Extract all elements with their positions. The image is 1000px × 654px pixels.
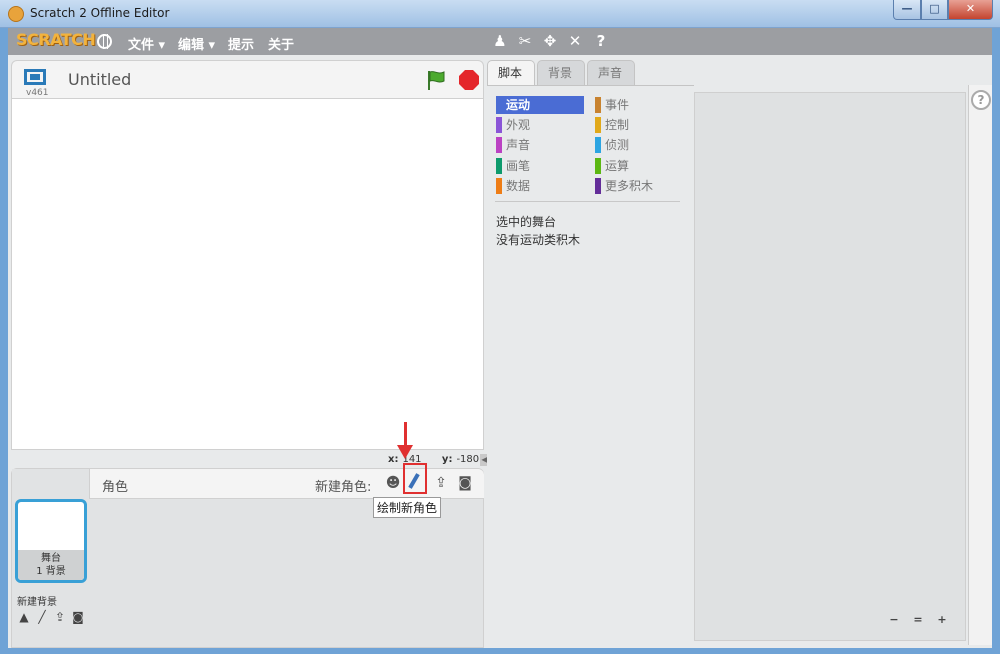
category-label: 声音	[506, 138, 531, 152]
sprite-library-icon[interactable]: ☻	[384, 475, 402, 491]
category-swatch	[496, 137, 502, 153]
duplicate-icon[interactable]: ♟	[491, 32, 509, 50]
menu-about[interactable]: 关于	[268, 34, 294, 53]
stage-canvas[interactable]	[11, 98, 484, 450]
menu-bar: SCRATCH 文件 ▾ 编辑 ▾ 提示 关于 ♟ ✂ ✥ ✕ ?	[8, 28, 992, 55]
stage-thumbnail-column: 舞台 1 背景 新建背景 ▲ ╱ ⇪ ◙	[12, 469, 89, 647]
cut-icon[interactable]: ✂	[516, 32, 534, 50]
version-label: v461	[26, 88, 49, 98]
paint-backdrop-icon[interactable]: ╱	[34, 610, 50, 624]
sprite-list-header: 角色 新建角色: ☻ ⇪ ◙	[89, 463, 484, 499]
stage-mode-icon[interactable]	[24, 69, 46, 85]
help-circle-icon[interactable]: ?	[971, 90, 991, 110]
category-swatch	[595, 137, 601, 153]
category-motion[interactable]: 运动	[496, 96, 584, 114]
scratch-logo[interactable]: SCRATCH	[16, 30, 96, 49]
zoom-in-button[interactable]: +	[932, 611, 952, 629]
help-icon[interactable]: ?	[592, 32, 610, 50]
stage-thumbnail[interactable]: 舞台 1 背景	[15, 499, 87, 583]
category-swatch	[595, 178, 601, 194]
category-swatch	[595, 117, 601, 133]
palette-message-line1: 选中的舞台	[496, 215, 557, 229]
zoom-out-button[interactable]: −	[884, 611, 904, 629]
palette-message-line2: 没有运动类积木	[496, 233, 581, 247]
project-title[interactable]: Untitled	[68, 70, 131, 89]
shrink-icon[interactable]: ✕	[566, 32, 584, 50]
category-label: 运动	[506, 98, 531, 112]
stage-backdrop-count: 1 背景	[36, 566, 66, 577]
paint-new-sprite-icon[interactable]	[408, 473, 420, 489]
paint-sprite-highlight	[403, 463, 427, 494]
category-more-blocks[interactable]: 更多积木	[595, 177, 683, 195]
tab-sounds[interactable]: 声音	[587, 60, 635, 85]
category-swatch	[496, 158, 502, 174]
zoom-controls: − = +	[884, 611, 956, 629]
scratch-cat-icon	[8, 6, 24, 22]
sprite-pane: 舞台 1 背景 新建背景 ▲ ╱ ⇪ ◙ 角色 新建角色: ☻ ⇪ ◙	[11, 463, 484, 648]
category-swatch	[496, 97, 502, 113]
category-label: 侦测	[605, 138, 630, 152]
category-label: 运算	[605, 159, 630, 173]
category-pen[interactable]: 画笔	[496, 157, 584, 175]
category-looks[interactable]: 外观	[496, 116, 584, 134]
paint-new-sprite-tooltip: 绘制新角色	[373, 497, 442, 518]
green-flag-icon[interactable]	[426, 69, 446, 91]
sprites-label: 角色	[102, 480, 129, 495]
category-sensing[interactable]: 侦测	[595, 136, 683, 154]
block-palette: 运动 事件 外观 控制 声音 侦测 画笔 运算 数据 更多积木 选中的舞台 没有…	[487, 85, 694, 645]
category-events[interactable]: 事件	[595, 96, 683, 114]
category-label: 控制	[605, 118, 630, 132]
y-value: -180	[456, 454, 480, 465]
minimize-button[interactable]: —	[893, 0, 921, 20]
stage-name: 舞台	[41, 553, 61, 564]
category-sound[interactable]: 声音	[496, 136, 584, 154]
camera-sprite-icon[interactable]: ◙	[456, 475, 474, 491]
zoom-reset-button[interactable]: =	[908, 611, 928, 629]
stage-thumbnail-label: 舞台 1 背景	[18, 550, 84, 580]
language-globe-icon[interactable]	[97, 34, 112, 49]
category-label: 数据	[506, 179, 531, 193]
annotation-arrow-head	[397, 445, 413, 459]
stage-header: v461 Untitled	[11, 60, 484, 98]
tab-backdrops[interactable]: 背景	[537, 60, 585, 85]
menu-file[interactable]: 文件 ▾	[128, 34, 165, 53]
maximize-button[interactable]: □	[921, 0, 948, 20]
title-bar: Scratch 2 Offline Editor — □ ✕	[0, 0, 1000, 28]
category-swatch	[496, 178, 502, 194]
backdrop-library-icon[interactable]: ▲	[16, 610, 32, 624]
category-label: 更多积木	[605, 179, 654, 193]
stop-sign-icon[interactable]	[459, 70, 479, 90]
y-label: y:	[441, 454, 453, 465]
category-control[interactable]: 控制	[595, 116, 683, 134]
category-swatch	[595, 158, 601, 174]
close-button[interactable]: ✕	[948, 0, 993, 20]
category-swatch	[595, 97, 601, 113]
new-backdrop-label: 新建背景	[17, 597, 57, 608]
upload-backdrop-icon[interactable]: ⇪	[52, 610, 68, 624]
category-label: 事件	[605, 98, 630, 112]
tab-scripts[interactable]: 脚本	[487, 60, 535, 86]
category-data[interactable]: 数据	[496, 177, 584, 195]
category-label: 外观	[506, 118, 531, 132]
category-operators[interactable]: 运算	[595, 157, 683, 175]
menu-tips[interactable]: 提示	[228, 34, 254, 53]
window-title: Scratch 2 Offline Editor	[30, 6, 170, 20]
upload-sprite-icon[interactable]: ⇪	[432, 475, 450, 491]
camera-backdrop-icon[interactable]: ◙	[70, 610, 86, 624]
right-strip	[968, 85, 992, 645]
editor-main: v461 Untitled x: 141 y: -180 ◀ 舞台 1 背景 新建背…	[8, 55, 992, 648]
scripts-area[interactable]	[694, 92, 966, 641]
category-swatch	[496, 117, 502, 133]
category-label: 画笔	[506, 159, 531, 173]
menu-edit[interactable]: 编辑 ▾	[178, 34, 215, 53]
grow-icon[interactable]: ✥	[541, 32, 559, 50]
new-sprite-label: 新建角色:	[315, 480, 372, 495]
palette-divider	[495, 201, 680, 202]
